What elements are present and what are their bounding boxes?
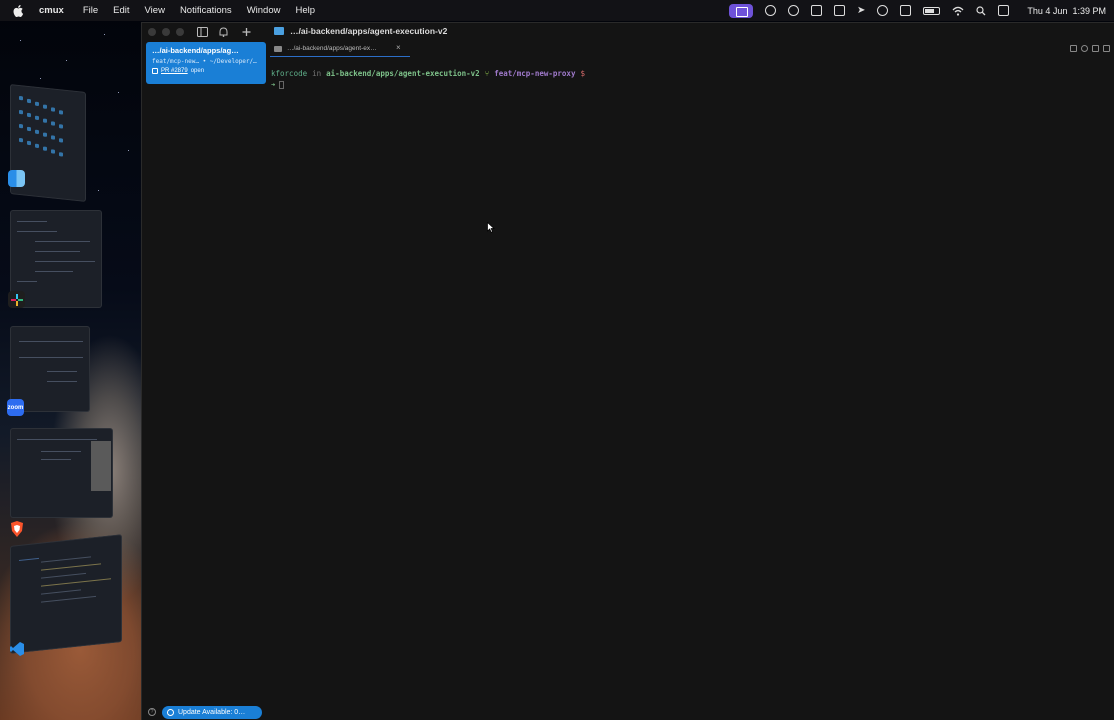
plus-icon[interactable] [241,27,252,37]
vscode-icon[interactable] [8,640,25,657]
sidebar-toggle-icon[interactable] [197,27,208,37]
apple-icon[interactable] [11,4,25,17]
menu-edit[interactable]: Edit [113,5,129,16]
brave-icon[interactable] [8,520,25,537]
menu-view[interactable]: View [145,5,165,16]
zoom-window-button[interactable] [176,28,184,36]
title-bar: …/ai-backend/apps/agent-execution-v2 [142,23,1114,41]
cmux-window: …/ai-backend/apps/agent-execution-v2 …/a… [141,22,1114,720]
pr-status: open [190,68,205,74]
tab-close-button[interactable]: × [396,43,401,52]
battery-icon[interactable] [923,6,941,15]
branch-icon: ⑂ [484,69,490,78]
menu-app-icon[interactable] [788,5,800,16]
wifi-icon[interactable] [952,6,964,16]
menu-file[interactable]: File [83,5,98,16]
tab-label: …/ai-backend/apps/agent-ex… [287,45,377,52]
workspace-subtitle: feat/mcp-new… • ~/Developer/… [152,58,257,65]
menu-bar: cmux File Edit View Notifications Window… [0,0,1114,21]
workspace-pr: PR #2879 open [152,68,260,74]
terminal-pane[interactable]: kforcode in ai-backend/apps/agent-execut… [271,69,1111,699]
search-icon[interactable] [976,5,986,16]
update-available-button[interactable]: Update Available: 0… [162,705,262,719]
zoom-icon[interactable]: zoom [7,399,24,416]
update-label: Update Available: 0… [178,708,246,716]
pr-link[interactable]: PR #2879 [161,68,188,74]
control-center-icon[interactable] [998,5,1010,16]
terminal-icon [274,45,282,52]
pull-request-icon [152,68,158,74]
tab-terminal[interactable]: …/ai-backend/apps/agent-ex… × [270,41,410,57]
tab-actions [1070,45,1110,52]
prompt-dollar: $ [580,69,585,78]
input-line[interactable]: ➜ [271,81,1111,89]
prompt-arrow-icon: ➜ [271,81,276,89]
menu-window[interactable]: Window [247,5,281,16]
folder-icon [274,27,284,35]
split-horizontal-icon[interactable] [1103,45,1110,52]
menu-notifications[interactable]: Notifications [180,5,232,16]
record-icon[interactable] [765,5,777,16]
terminal-cursor [279,81,285,89]
slack-icon[interactable] [8,291,25,308]
tab-bar: …/ai-backend/apps/agent-ex… × [270,41,1114,57]
bell-icon[interactable] [218,27,229,37]
prompt-in: in [312,69,322,78]
stage-thumbnail-browser[interactable] [10,428,113,518]
menubar-date[interactable]: Thu 4 Jun 1:39 PM [1027,6,1106,16]
split-pane-icon[interactable] [1070,45,1077,52]
stage-thumbnail-vscode[interactable] [10,534,122,654]
menu-help[interactable]: Help [295,5,315,16]
screen-share-icon[interactable] [729,3,754,18]
window-title: …/ai-backend/apps/agent-execution-v2 [290,26,448,36]
workspace-title: …/ai-backend/apps/ag… [152,46,239,55]
globe-icon[interactable] [1081,45,1088,52]
status-bar: ? Update Available: 0… [142,703,269,720]
split-vertical-icon[interactable] [1092,45,1099,52]
finder-icon[interactable] [8,170,25,187]
play-arrow-icon[interactable]: ➤ [857,5,865,16]
prompt-branch: feat/mcp-new-proxy [494,69,576,78]
play-circle-icon[interactable] [877,5,889,16]
update-icon [167,708,174,716]
workspace-sidebar: …/ai-backend/apps/ag… feat/mcp-new… • ~/… [142,41,269,720]
layers-icon[interactable] [811,5,823,16]
mouse-pointer-icon [487,222,495,233]
help-icon[interactable]: ? [148,708,156,716]
prompt-user: kforcode [271,69,308,78]
close-window-button[interactable] [148,28,156,36]
prompt-path: ai-backend/apps/agent-execution-v2 [326,69,480,78]
menu-app-name[interactable]: cmux [39,5,64,16]
window-title-area: …/ai-backend/apps/agent-execution-v2 [274,26,447,36]
minimize-window-button[interactable] [162,28,170,36]
prompt-line: kforcode in ai-backend/apps/agent-execut… [271,69,1111,78]
display-icon[interactable] [900,5,912,16]
menubar-status-area: ➤ Thu 4 Jun 1:39 PM [729,0,1106,21]
bracket-icon[interactable] [834,5,846,16]
window-controls [148,28,184,36]
workspace-card[interactable]: …/ai-backend/apps/ag… feat/mcp-new… • ~/… [146,42,266,84]
